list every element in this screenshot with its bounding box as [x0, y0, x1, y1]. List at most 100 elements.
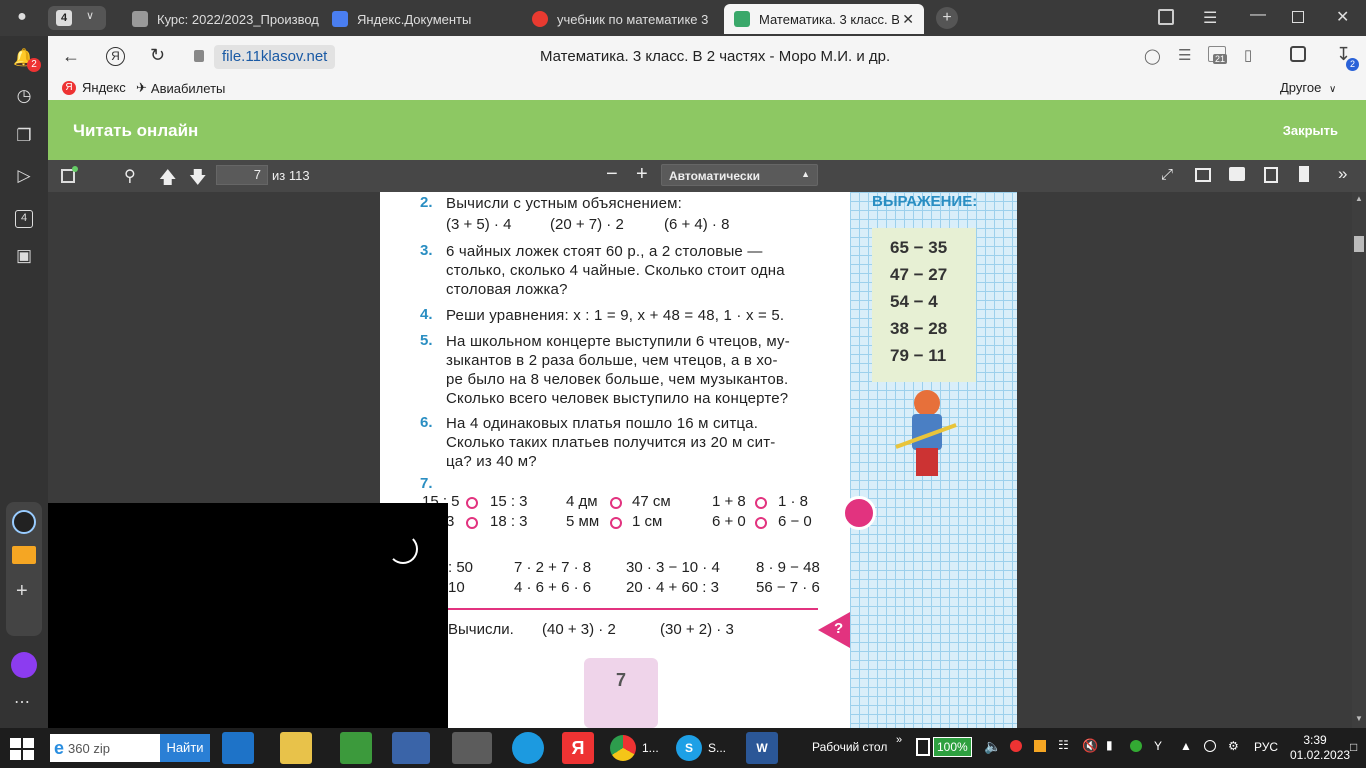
yandex-button[interactable]: Я: [106, 47, 125, 66]
windows-start-icon[interactable]: [10, 738, 34, 760]
tab-search[interactable]: учебник по математике 3: [522, 4, 722, 34]
reader-header: Читать онлайн Закрыть: [48, 100, 1366, 160]
store-icon[interactable]: [340, 732, 372, 764]
expression: 79 − 11: [890, 346, 947, 365]
battery-indicator[interactable]: 100%: [916, 737, 972, 757]
camera-icon[interactable]: ▣: [12, 244, 36, 268]
collections-icon[interactable]: [1158, 9, 1174, 25]
yandex-bookmark[interactable]: Я Яндекс: [62, 80, 126, 95]
extensions-icon[interactable]: [1290, 46, 1306, 62]
fullscreen-icon[interactable]: ⤢: [1161, 166, 1173, 183]
yandex-tray-icon[interactable]: Y: [1154, 739, 1162, 753]
history-icon[interactable]: ◷: [12, 84, 36, 108]
tabs-count-badge: 21: [1213, 54, 1228, 64]
collections-side-icon[interactable]: ❐: [12, 124, 36, 148]
network-icon[interactable]: ☷: [1058, 738, 1069, 752]
back-icon[interactable]: ←: [62, 46, 80, 67]
tray-icon-6[interactable]: ⚙: [1228, 739, 1239, 753]
tools-icon[interactable]: »: [1338, 164, 1347, 184]
signal-icon[interactable]: ▮: [1106, 738, 1113, 752]
yandex-browser-icon[interactable]: [452, 732, 492, 764]
tray-icon-2[interactable]: [1034, 740, 1046, 752]
clock[interactable]: 3:39 01.02.2023: [1290, 733, 1350, 763]
expression: 4 · 6 + 6 · 6: [514, 579, 592, 596]
bookmark-icon[interactable]: ▯: [1244, 46, 1252, 64]
expression: (20 + 7) · 2: [550, 216, 624, 233]
reload-icon[interactable]: ↻: [150, 45, 165, 66]
language-indicator[interactable]: РУС: [1254, 740, 1278, 754]
page-count: из 113: [272, 168, 310, 183]
task-text: ре было на 8 человек больше, чем музыкан…: [446, 371, 789, 388]
headphones-icon[interactable]: ◯: [1144, 47, 1161, 65]
comparison: 4 дм: [566, 493, 598, 510]
desktop-label[interactable]: Рабочий стол: [812, 740, 887, 754]
edge-icon[interactable]: [512, 732, 544, 764]
page-number-input[interactable]: 7: [216, 165, 268, 185]
mute-icon[interactable]: 🔇: [1082, 738, 1098, 754]
tray-icon-3[interactable]: [1130, 740, 1142, 752]
tab-course[interactable]: Курс: 2022/2023_Производ: [122, 4, 322, 34]
counter-icon[interactable]: 4: [12, 204, 36, 228]
tab-active[interactable]: Математика. 3 класс. В ✕: [724, 4, 924, 34]
expression: 10: [448, 579, 465, 596]
task-number: 3.: [420, 242, 433, 259]
search-field[interactable]: e 360 zip: [50, 734, 160, 762]
alice-icon[interactable]: [11, 652, 37, 678]
comparison: 18 : 3: [490, 513, 528, 530]
menu-icon[interactable]: ☰: [1203, 8, 1217, 28]
search-icon[interactable]: ⚲: [124, 166, 136, 186]
app-icon[interactable]: [12, 510, 36, 534]
open-file-icon[interactable]: [1195, 168, 1211, 182]
notifications-icon[interactable]: □: [1350, 740, 1357, 754]
restore-icon[interactable]: [1292, 11, 1304, 23]
downloads-badge: 2: [1346, 58, 1359, 71]
prev-page-icon[interactable]: 🡅: [159, 165, 176, 194]
tab-yandex-docs[interactable]: Яндекс.Документы: [322, 4, 522, 34]
yandex-icon[interactable]: Я: [562, 732, 594, 764]
bookmark-pdf-icon[interactable]: [1299, 166, 1309, 182]
volume-icon[interactable]: 🔈: [984, 738, 1001, 755]
video-overlay[interactable]: [48, 503, 448, 728]
scroll-down-icon[interactable]: ▼: [1355, 714, 1363, 723]
profile-icon[interactable]: ●: [12, 8, 32, 28]
task-number: 6.: [420, 414, 433, 431]
domain-chip[interactable]: file.11klasov.net: [214, 45, 336, 69]
chrome-icon: [610, 735, 636, 761]
file-explorer-icon[interactable]: [280, 732, 312, 764]
close-reader-link[interactable]: Закрыть: [1283, 123, 1338, 138]
other-bookmarks[interactable]: Другое ∨: [1280, 80, 1336, 95]
close-icon[interactable]: ✕: [902, 11, 914, 28]
scroll-up-icon[interactable]: ▲: [1355, 194, 1363, 203]
scrollbar[interactable]: ▲ ▼: [1352, 192, 1366, 728]
page-title[interactable]: Математика. 3 класс. В 2 частях - Моро М…: [540, 48, 890, 65]
print-icon[interactable]: [1229, 167, 1245, 181]
skype-task[interactable]: S S...: [676, 735, 726, 761]
task-text: столовая ложка?: [446, 281, 568, 298]
zoom-select[interactable]: Автоматически ▲: [661, 164, 818, 186]
scroll-thumb[interactable]: [1354, 236, 1364, 252]
avia-bookmark[interactable]: ✈ Авиабилеты: [136, 80, 225, 96]
reader-icon[interactable]: ☰: [1178, 46, 1191, 64]
lenovo-icon[interactable]: [392, 732, 430, 764]
search-button[interactable]: Найти: [160, 734, 210, 762]
minimize-icon[interactable]: —: [1250, 6, 1266, 24]
expand-icon[interactable]: »: [896, 734, 902, 746]
edge-ie-icon[interactable]: [222, 732, 254, 764]
tray-icon-1[interactable]: [1010, 740, 1022, 752]
chrome-task[interactable]: 1...: [610, 735, 659, 761]
download-icon[interactable]: [1264, 167, 1278, 183]
comparison: 5 мм: [566, 513, 600, 530]
word-icon[interactable]: W: [746, 732, 778, 764]
tab-counter-button[interactable]: 4 ∨: [48, 6, 106, 30]
zoom-out-button[interactable]: −: [606, 163, 618, 186]
more-icon[interactable]: ⋯: [14, 692, 30, 712]
mail-icon[interactable]: [12, 546, 36, 564]
add-icon[interactable]: +: [16, 580, 28, 603]
next-page-icon[interactable]: 🡇: [189, 165, 206, 194]
play-icon[interactable]: ▷: [12, 164, 36, 188]
close-window-icon[interactable]: ✕: [1336, 7, 1349, 27]
zoom-in-button[interactable]: +: [636, 163, 648, 186]
new-tab-button[interactable]: +: [936, 7, 958, 29]
tray-icon-5[interactable]: [1204, 740, 1216, 752]
tray-icon-4[interactable]: ▲: [1180, 739, 1192, 753]
